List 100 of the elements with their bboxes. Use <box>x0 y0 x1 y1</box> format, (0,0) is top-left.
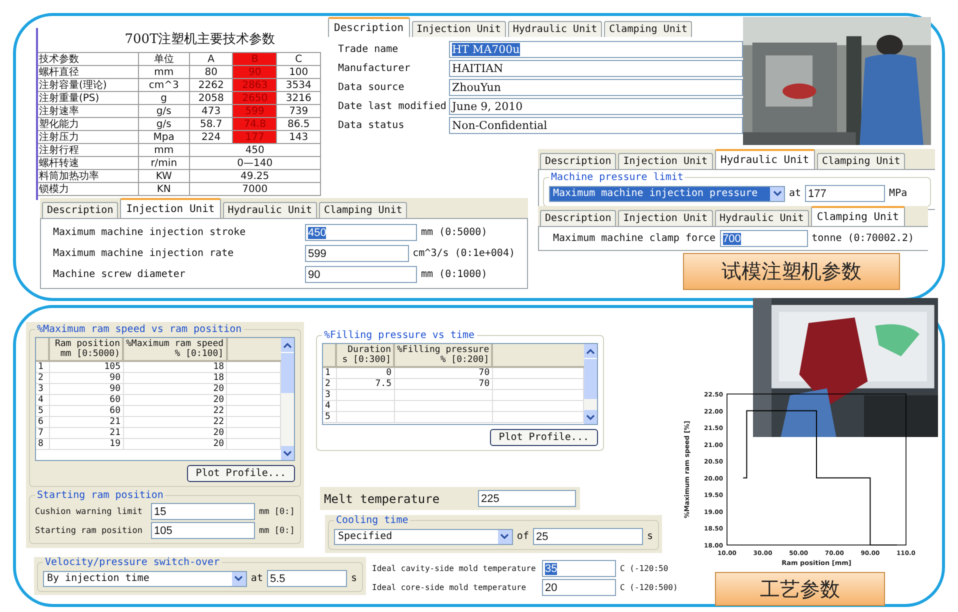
column-header: B <box>232 52 277 66</box>
tab[interactable]: Description <box>540 153 616 169</box>
table-cell: 20 <box>123 384 227 394</box>
input-field[interactable]: Non-Confidential <box>449 117 743 134</box>
column-header: C <box>276 52 320 66</box>
scroll-down-icon <box>283 450 292 456</box>
table-cell: 86.5 <box>276 118 320 130</box>
table-cell: 2650 <box>232 92 277 104</box>
scrollbar[interactable] <box>281 338 294 460</box>
tab[interactable]: Injection Unit <box>120 198 221 218</box>
table-cell: 450 <box>189 144 320 156</box>
table-cell: 739 <box>276 104 320 118</box>
unit-label: mm [0:] <box>259 506 295 516</box>
input-field[interactable]: 700 <box>720 230 808 247</box>
row-number: 8 <box>36 438 49 450</box>
table-cell: g/s <box>138 104 190 118</box>
input-field[interactable]: 599 <box>305 245 409 262</box>
input-field[interactable]: 5.5 <box>266 570 347 587</box>
tab[interactable]: Clamping Unit <box>319 202 408 218</box>
column-header[interactable]: %Maximum ram speed % [0:100] <box>123 338 227 361</box>
input-field[interactable]: 225 <box>478 490 576 507</box>
table-cell: 18 <box>123 361 227 372</box>
field-label: Manufacturer <box>338 63 412 74</box>
table-cell: 18 <box>123 372 227 384</box>
tab[interactable]: Description <box>42 202 118 218</box>
table-cell: 60 <box>49 394 123 406</box>
table-cell: 19 <box>49 438 123 450</box>
tab[interactable]: Clamping Unit <box>817 153 906 169</box>
scrollbar[interactable] <box>584 344 597 424</box>
column-header: A <box>189 52 233 66</box>
dropdown[interactable]: Specified <box>334 528 513 544</box>
input-field[interactable]: HAITIAN <box>449 60 743 77</box>
row-number: 2 <box>323 378 336 390</box>
table-cell: 21 <box>49 428 123 438</box>
table-cell: g <box>138 92 190 104</box>
group-title: Velocity/pressure switch-over <box>44 557 221 568</box>
table-cell: 22 <box>123 406 227 416</box>
table-cell: Mpa <box>138 130 190 144</box>
table-cell: 70 <box>394 378 492 390</box>
tab[interactable]: Clamping Unit <box>810 206 906 226</box>
field-label: Maximum machine injection stroke <box>53 227 247 238</box>
tab[interactable]: Description <box>328 17 410 37</box>
tab[interactable]: Injection Unit <box>618 210 713 226</box>
field-label: at <box>250 573 263 584</box>
tab[interactable]: Clamping Unit <box>604 21 692 37</box>
input-field[interactable]: June 9, 2010 <box>449 98 743 115</box>
table-cell: 料筒加热功率 <box>38 170 138 182</box>
input-field[interactable]: 35 <box>542 560 616 577</box>
unit-label: tonne (0:70002.2) <box>812 233 914 244</box>
table-cell: g/s <box>138 118 190 130</box>
field-label: Melt temperature <box>324 492 441 506</box>
input-field[interactable]: HT MA700u <box>449 41 743 58</box>
caption-label: 试模注塑机参数 <box>683 253 900 290</box>
tab[interactable]: Hydraulic Unit <box>714 149 816 169</box>
tab[interactable]: Hydraulic Unit <box>714 210 809 226</box>
dropdown[interactable]: By injection time <box>43 570 247 586</box>
column-header[interactable]: Duration s [0:300] <box>336 344 394 367</box>
table-cell: KN <box>138 182 190 196</box>
input-field[interactable]: 105 <box>151 522 255 539</box>
column-header: 单位 <box>138 52 190 66</box>
input-field[interactable]: ZhouYun <box>449 79 743 96</box>
table-cell: 49.25 <box>189 170 320 182</box>
unit-label: C (-120:50 <box>620 564 668 573</box>
table-cell: 74.8 <box>232 118 277 130</box>
table-cell: 螺杆转速 <box>38 156 138 170</box>
table-cell: 螺杆直径 <box>38 66 138 78</box>
dropdown[interactable]: Maximum machine injection pressure <box>549 186 785 202</box>
field-label: Date last modified <box>338 101 445 112</box>
field-label: Maximum machine injection rate <box>53 248 235 259</box>
input-field[interactable]: 15 <box>151 503 255 520</box>
caption-label: 工艺参数 <box>715 572 885 606</box>
input-field[interactable]: 450 <box>305 224 417 241</box>
column-header[interactable]: %Filling pressure % [0:200] <box>394 344 492 367</box>
tab[interactable]: Hydraulic Unit <box>508 21 602 37</box>
table-cell: 90 <box>49 372 123 384</box>
tab[interactable]: Injection Unit <box>412 21 506 37</box>
table-cell: 22 <box>123 416 227 428</box>
table-cell: 177 <box>232 130 277 144</box>
input-field[interactable]: 25 <box>532 528 643 545</box>
table-cell: 20 <box>123 438 227 450</box>
input-field[interactable]: 90 <box>305 266 417 283</box>
input-field[interactable]: 20 <box>542 579 616 596</box>
field-label: of <box>516 531 529 542</box>
tab[interactable]: Injection Unit <box>618 153 713 169</box>
chevron-down-icon <box>234 575 244 582</box>
table-cell: 90 <box>49 384 123 394</box>
table-cell: 20 <box>123 428 227 438</box>
table-cell: 7.5 <box>336 378 394 390</box>
tab[interactable]: Description <box>540 210 616 226</box>
table-cell: KW <box>138 170 190 182</box>
table-cell: 0 <box>336 367 394 378</box>
group-title: Machine pressure limit <box>550 172 684 183</box>
tab[interactable]: Hydraulic Unit <box>222 202 318 218</box>
plot-profile-button[interactable]: Plot Profile... <box>186 465 295 482</box>
table-cell: 0—140 <box>189 156 320 170</box>
column-header[interactable]: Ram position mm [0:5000) <box>49 338 123 361</box>
table-cell: 注射压力 <box>38 130 138 144</box>
table-cell: 注射容量(理论) <box>38 78 138 92</box>
input-field[interactable]: 177 <box>805 185 886 202</box>
plot-profile-button[interactable]: Plot Profile... <box>490 429 598 446</box>
